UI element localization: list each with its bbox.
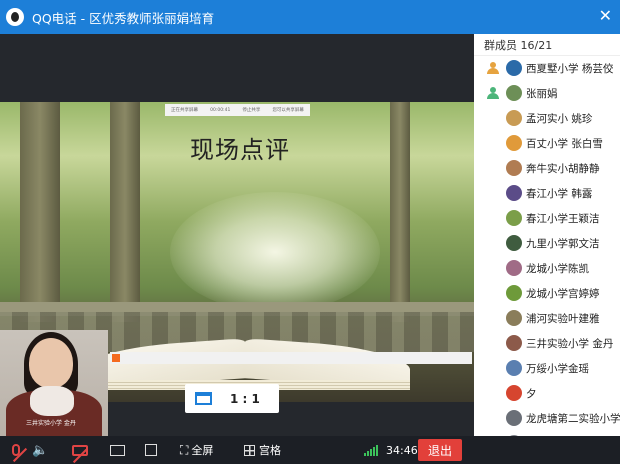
- member-item[interactable]: 春江小学王颖洁: [474, 206, 620, 231]
- shared-taskbar: [110, 352, 472, 364]
- avatar: [506, 360, 522, 376]
- owner-icon: [487, 87, 499, 99]
- call-toolbar: 🔈 ⛶ 全屏 宫格 34:46 退出: [0, 436, 620, 464]
- avatar: [506, 135, 522, 151]
- avatar: [506, 110, 522, 126]
- member-name: 龙虎塘第二实验小学: [526, 413, 620, 425]
- avatar: [506, 210, 522, 226]
- member-name: 浦河实验叶建雅: [526, 313, 600, 325]
- mic-off-icon: [12, 444, 20, 456]
- call-timer: 34:46: [386, 443, 418, 457]
- title-bar: QQ电话 - 区优秀教师张丽娟培育 ✕: [0, 0, 620, 34]
- member-item[interactable]: 西夏墅小学 杨芸佼: [474, 56, 620, 81]
- avatar: [506, 410, 522, 426]
- member-item[interactable]: 九里小学郭文洁: [474, 231, 620, 256]
- member-name: 龙城小学陈凯: [526, 263, 589, 275]
- avatar: [506, 235, 522, 251]
- avatar: [506, 385, 522, 401]
- ratio-label: 1 : 1: [230, 391, 260, 406]
- window-title: QQ电话 - 区优秀教师张丽娟培育: [32, 10, 215, 26]
- camera-label: 三井实验小学 金丹: [26, 420, 76, 427]
- member-name: 春江小学王颖洁: [526, 213, 600, 225]
- grid-icon: [244, 444, 255, 456]
- exit-button[interactable]: 退出: [418, 439, 462, 461]
- signal-strength: [364, 441, 378, 459]
- grid-view-button[interactable]: 宫格: [244, 441, 281, 459]
- member-count: 群成员 16/21: [474, 34, 620, 56]
- avatar: [506, 285, 522, 301]
- main-stage: 正在共享屏幕 00:00:41 停止共享 您可以共享屏幕 现场点评 三井实验小学…: [0, 34, 474, 436]
- avatar: [506, 160, 522, 176]
- member-name: 三井实验小学 金丹: [526, 338, 614, 350]
- camera-off-button[interactable]: [72, 441, 92, 459]
- fullscreen-label: 全屏: [191, 444, 214, 457]
- avatar: [506, 260, 522, 276]
- member-item[interactable]: 张丽娟: [474, 81, 620, 106]
- member-item[interactable]: 夕: [474, 381, 620, 406]
- member-item[interactable]: 春江小学 韩露: [474, 181, 620, 206]
- avatar: [506, 185, 522, 201]
- background-light: [170, 192, 380, 312]
- member-name: 春江小学 韩露: [526, 188, 593, 200]
- member-name: 百丈小学 张白雪: [526, 138, 603, 150]
- member-name: 张丽娟: [526, 88, 558, 100]
- member-item[interactable]: 奔牛实小胡静静: [474, 156, 620, 181]
- share-screen-button[interactable]: [110, 441, 128, 459]
- tree-trunk: [390, 102, 410, 322]
- member-name: 九里小学郭文洁: [526, 238, 600, 250]
- member-item[interactable]: 百丈小学 张白雪: [474, 131, 620, 156]
- qq-logo-icon: [6, 8, 24, 26]
- avatar: [506, 85, 522, 101]
- member-name: 万绥小学金瑶: [526, 363, 589, 375]
- member-item[interactable]: 三井实验小学 金丹: [474, 331, 620, 356]
- close-icon[interactable]: ✕: [599, 6, 612, 25]
- qq-call-window: QQ电话 - 区优秀教师张丽娟培育 ✕ 正在共享屏幕 00:00:41 停止共享…: [0, 0, 620, 464]
- member-item[interactable]: 浦河实验叶建雅: [474, 306, 620, 331]
- member-item[interactable]: 龙城小学陈凯: [474, 256, 620, 281]
- member-item[interactable]: 万绥小学金瑶: [474, 356, 620, 381]
- avatar: [506, 335, 522, 351]
- member-name: 西夏墅小学 杨芸佼: [526, 63, 614, 75]
- member-list: 西夏墅小学 杨芸佼 张丽娟孟河实小 姚珍 百丈小学 张白雪 奔牛实小胡静静 春江小学 韩…: [474, 56, 620, 436]
- speaker-button[interactable]: 🔈: [32, 441, 48, 459]
- member-item[interactable]: 龙城小学宫婷婷: [474, 281, 620, 306]
- slide-title: 现场点评: [190, 136, 290, 164]
- tree-trunk: [110, 102, 140, 322]
- member-name: 奔牛实小胡静静: [526, 163, 600, 175]
- fullscreen-icon: ⛶: [180, 442, 189, 457]
- window-icon: [195, 392, 212, 405]
- member-name: 夕: [526, 388, 537, 400]
- tree-trunk: [20, 102, 60, 322]
- mic-off-button[interactable]: [8, 441, 24, 459]
- member-item[interactable]: 龙虎塘第二实验小学: [474, 406, 620, 431]
- avatar: [506, 310, 522, 326]
- whiteboard-icon: [145, 444, 157, 456]
- screen-share-icon: [110, 444, 125, 456]
- member-item[interactable]: 孟河实小 姚珍: [474, 106, 620, 131]
- signal-icon: [364, 444, 378, 456]
- member-name: 龙城小学宫婷婷: [526, 288, 600, 300]
- self-camera-preview[interactable]: 三井实验小学 金丹: [0, 330, 108, 436]
- camera-off-icon: [72, 444, 88, 456]
- grid-view-label: 宫格: [259, 444, 281, 457]
- demo-button[interactable]: [145, 441, 161, 459]
- admin-icon: [487, 62, 499, 74]
- share-status-bar: 正在共享屏幕 00:00:41 停止共享 您可以共享屏幕: [165, 104, 310, 116]
- member-name: 孟河实小 姚珍: [526, 113, 593, 125]
- fullscreen-button[interactable]: ⛶ 全屏: [180, 441, 213, 459]
- ratio-button[interactable]: 1 : 1: [185, 384, 279, 413]
- member-panel: 群成员 16/21 西夏墅小学 杨芸佼 张丽娟孟河实小 姚珍 百丈小学 张白雪 奔牛实…: [474, 34, 620, 436]
- avatar: [506, 60, 522, 76]
- speaker-icon: 🔈: [32, 442, 49, 458]
